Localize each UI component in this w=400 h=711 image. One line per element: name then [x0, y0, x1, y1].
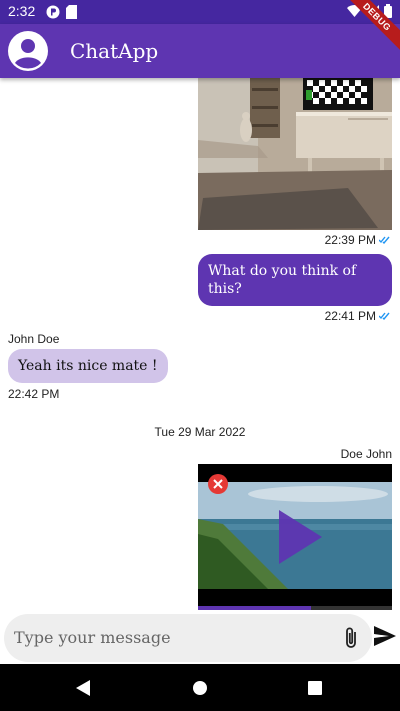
sender-name: Doe John — [340, 447, 392, 461]
message-time-row: 22:39 PM — [325, 233, 390, 247]
app-title: ChatApp — [70, 39, 159, 63]
chat-messages-list[interactable]: 22:39 PM What do you think of this? 22:4… — [0, 78, 400, 610]
notification-app-icon — [46, 5, 60, 19]
send-icon[interactable] — [374, 626, 396, 646]
date-separator: Tue 29 Mar 2022 — [154, 425, 246, 439]
double-check-icon — [379, 236, 390, 244]
message-time: 22:39 PM — [324, 233, 376, 247]
sender-name: John Doe — [8, 332, 60, 346]
room-photo — [198, 78, 392, 230]
debug-banner: DEBUG — [340, 0, 400, 60]
image-message[interactable] — [198, 78, 392, 230]
message-time: 22:41 PM — [324, 309, 376, 323]
message-input[interactable]: Type your message — [14, 614, 171, 662]
video-progress-bar[interactable] — [198, 606, 392, 610]
back-icon[interactable] — [76, 680, 90, 696]
recents-icon[interactable] — [308, 681, 322, 695]
system-nav-bar — [0, 664, 400, 711]
avatar-icon[interactable] — [8, 31, 48, 71]
home-icon[interactable] — [193, 681, 207, 695]
sent-message-bubble[interactable]: What do you think of this? — [198, 254, 392, 306]
remove-video-icon[interactable] — [208, 474, 228, 494]
received-message-bubble[interactable]: Yeah its nice mate ! — [8, 349, 168, 383]
message-time: 22:42 PM — [8, 387, 60, 401]
video-message[interactable] — [198, 464, 392, 610]
message-time-row: 22:41 PM — [325, 309, 390, 323]
video-progress-fill — [198, 606, 311, 610]
status-time: 2:32 — [8, 3, 36, 19]
double-check-icon — [379, 312, 390, 320]
message-text: Yeah its nice mate ! — [18, 358, 158, 374]
message-composer[interactable]: Type your message — [4, 614, 372, 662]
message-text: What do you think of this? — [208, 263, 357, 297]
attach-icon[interactable] — [344, 626, 358, 650]
sd-card-icon — [66, 5, 77, 19]
status-notification-icons — [46, 5, 77, 19]
